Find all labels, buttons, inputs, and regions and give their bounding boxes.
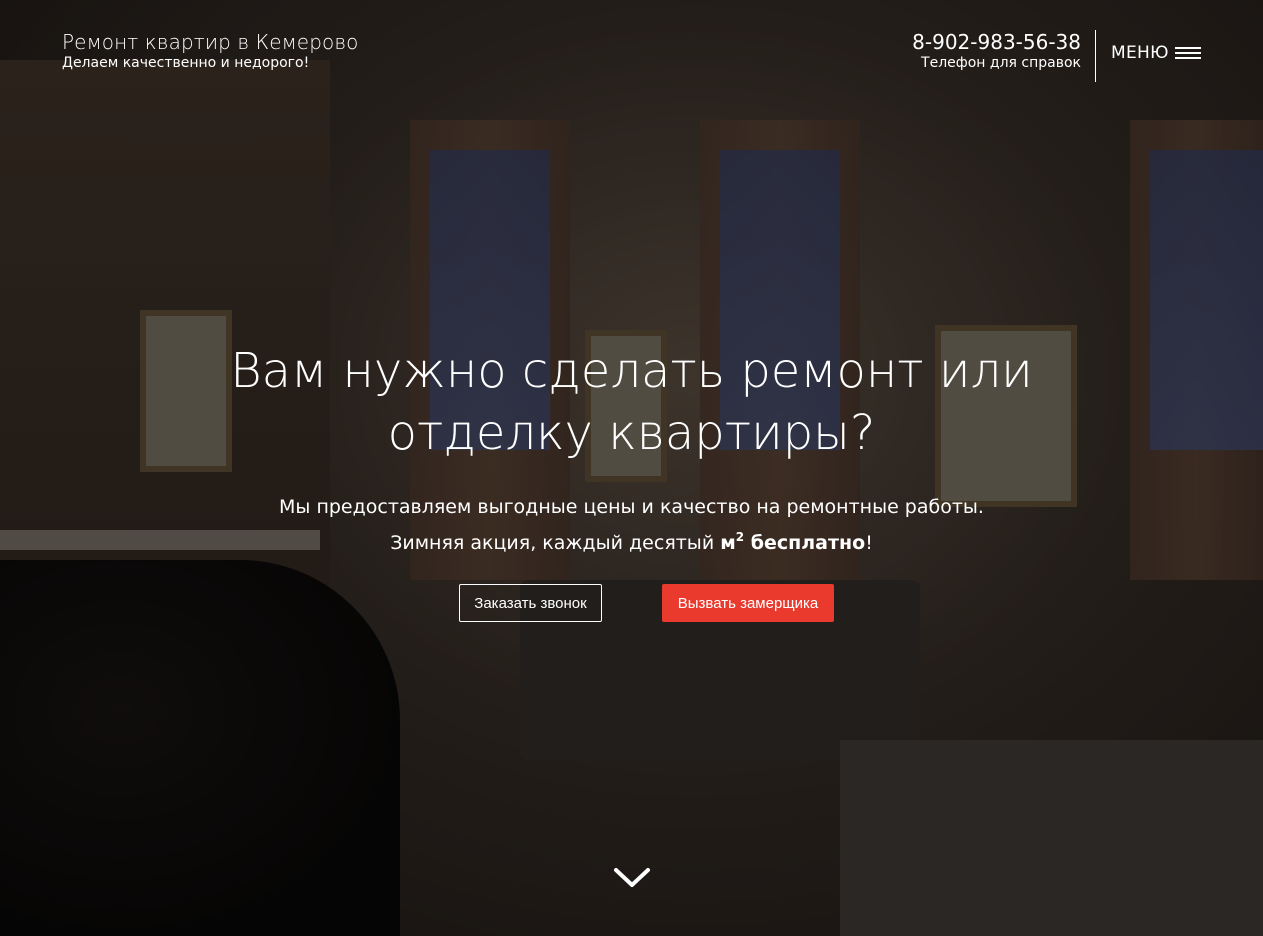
menu-button[interactable]: МЕНЮ (1111, 43, 1201, 63)
hero-lead-line1: Мы предоставляем выгодные цены и качеств… (279, 496, 984, 518)
hamburger-icon (1174, 47, 1201, 59)
site-tagline: Делаем качественно и недорого! (62, 55, 310, 71)
promo-suffix: ! (865, 532, 873, 554)
call-measurer-button[interactable]: Вызвать замерщика (662, 584, 834, 622)
chevron-down-icon[interactable] (613, 862, 651, 892)
order-call-button[interactable]: Заказать звонок (459, 584, 602, 622)
hero-lead-line2: Зимняя акция, каждый десятый м2 бесплатн… (0, 522, 1263, 558)
phone-number[interactable]: 8-902-983-56-38 (912, 30, 1081, 54)
phone-label: Телефон для справок (921, 55, 1081, 71)
promo-highlight: м2 бесплатно (720, 530, 866, 554)
promo-text: Зимняя акция, каждый десятый (390, 532, 721, 554)
brand[interactable]: Ремонт квартир в Кемерово Делаем качеств… (62, 30, 358, 72)
site-title[interactable]: Ремонт квартир в Кемерово (62, 30, 358, 54)
header-divider (1095, 30, 1096, 82)
menu-label: МЕНЮ (1111, 43, 1169, 63)
site-header: Ремонт квартир в Кемерово Делаем качеств… (0, 0, 1263, 100)
hero-lead: Мы предоставляем выгодные цены и качеств… (0, 492, 1263, 558)
contact-block: 8-902-983-56-38 Телефон для справок (912, 30, 1081, 72)
hero-headline: Вам нужно сделать ремонт или отделку ква… (230, 343, 1033, 461)
hero-dark-overlay (0, 0, 1263, 936)
